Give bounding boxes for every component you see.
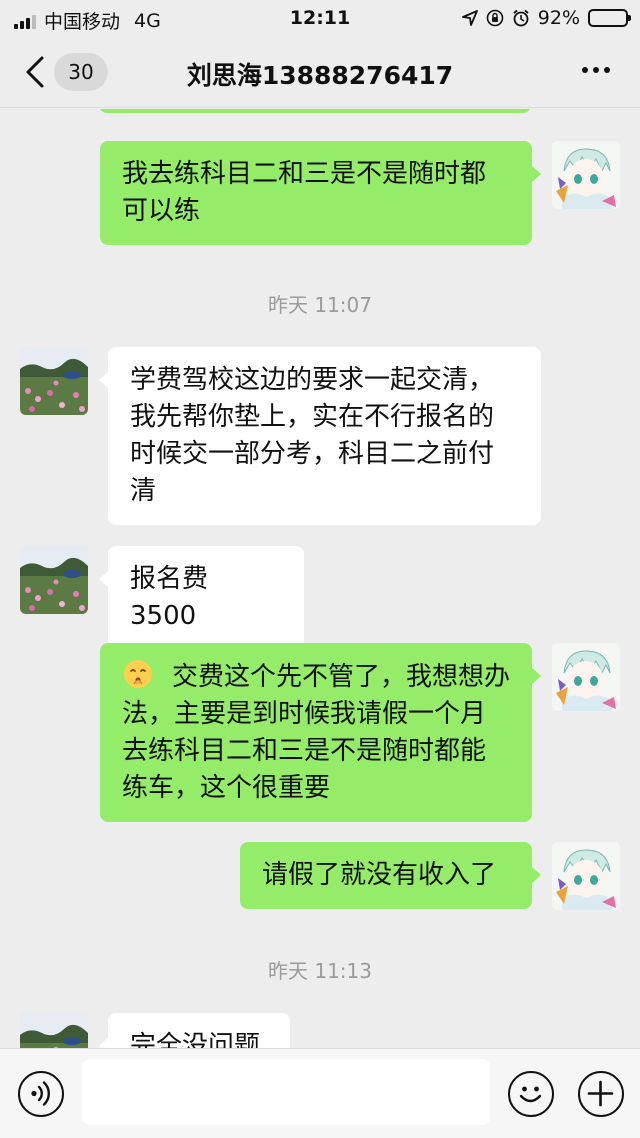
my-avatar[interactable]: [552, 842, 620, 910]
previous-message-bubble: [99, 109, 531, 113]
message-list[interactable]: 我去练科目二和三是不是随时都可以练 昨天 11:07 学费驾校这边的要求一起交清…: [0, 109, 640, 1048]
message-bubble-other[interactable]: 报名费 3500: [99, 546, 304, 650]
message-row: 完全没问题: [0, 1013, 640, 1048]
contact-avatar[interactable]: [20, 546, 88, 614]
status-bar: 中国移动 4G 12:11 92%: [0, 0, 640, 36]
alarm-icon: [513, 9, 529, 27]
add-icon: [587, 1080, 614, 1107]
message-bubble-self[interactable]: 交费这个先不管了，我想想办法，主要是到时候我请假一个月去练科目二和三是不是随时都…: [100, 643, 541, 822]
message-row: 请假了就没有收入了: [0, 842, 640, 910]
message-row: 学费驾校这边的要求一起交清，我先帮你垫上，实在不行报名的时候交一部分考，科目二之…: [0, 347, 640, 525]
shushing-face-emoji-icon: [124, 660, 152, 688]
contact-avatar[interactable]: [20, 347, 88, 415]
message-bubble-self[interactable]: 请假了就没有收入了: [240, 842, 541, 909]
chat-title: 刘思海13888276417: [186, 61, 454, 90]
message-row: 我去练科目二和三是不是随时都可以练: [0, 141, 640, 245]
message-input[interactable]: [82, 1059, 490, 1125]
emoji-icon[interactable]: [508, 1071, 554, 1117]
contact-avatar[interactable]: [20, 1013, 88, 1048]
message-bubble-self[interactable]: 我去练科目二和三是不是随时都可以练: [100, 141, 541, 245]
timestamp: 昨天 11:13: [268, 959, 372, 983]
my-avatar[interactable]: [552, 643, 620, 711]
voice-icon[interactable]: [18, 1071, 64, 1117]
message-row: 交费这个先不管了，我想想办法，主要是到时候我请假一个月去练科目二和三是不是随时都…: [0, 643, 640, 822]
message-bubble-other[interactable]: 学费驾校这边的要求一起交清，我先帮你垫上，实在不行报名的时候交一部分考，科目二之…: [99, 347, 541, 525]
battery-percent: 92%: [537, 7, 580, 29]
message-text: 交费这个先不管了，我想想办法，主要是到时候我请假一个月去练科目二和三是不是随时都…: [122, 662, 511, 803]
smiley-face-icon: [519, 1086, 542, 1103]
message-bubble-other[interactable]: 完全没问题: [99, 1013, 290, 1048]
plus-icon[interactable]: [578, 1071, 624, 1117]
input-bar: [0, 1048, 640, 1138]
message-row: 报名费 3500: [0, 546, 640, 650]
ellipsis-icon[interactable]: [582, 67, 610, 73]
timestamp: 昨天 11:07: [268, 293, 372, 317]
location-arrow-icon: [461, 10, 478, 26]
voice-waves-icon: [31, 1081, 50, 1106]
orientation-lock-icon: [486, 9, 504, 27]
battery-icon: [588, 9, 631, 27]
my-avatar[interactable]: [552, 141, 620, 209]
chat-header: 30 刘思海13888276417: [0, 36, 640, 108]
